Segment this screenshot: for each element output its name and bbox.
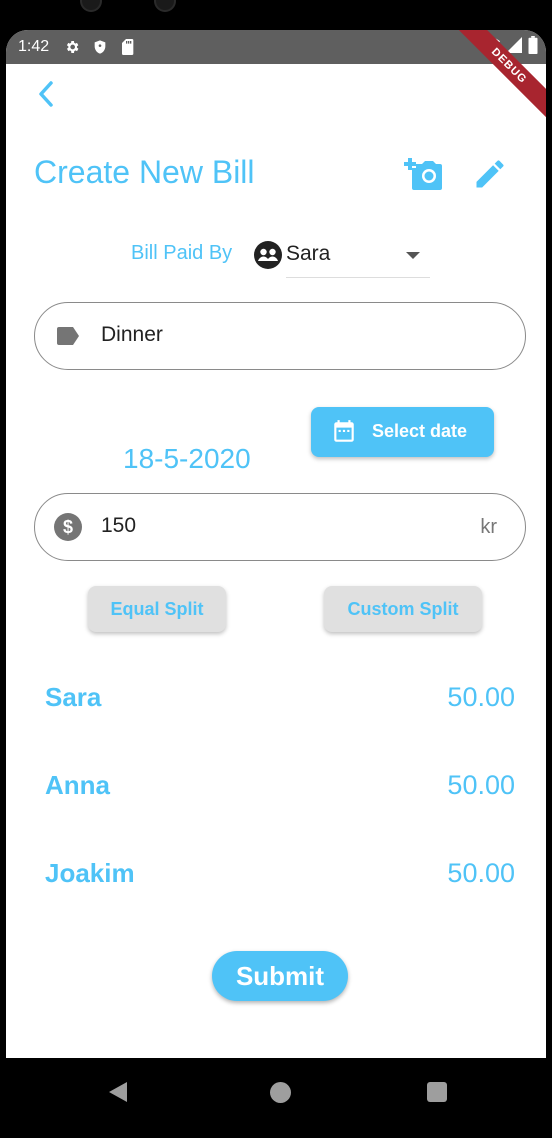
nav-recents-icon[interactable] xyxy=(427,1082,447,1102)
amount-field[interactable]: $ 150 kr xyxy=(34,493,526,561)
equal-split-button[interactable]: Equal Split xyxy=(88,586,226,632)
gear-icon xyxy=(63,38,81,56)
nav-back-icon[interactable] xyxy=(109,1082,127,1102)
participant-amount: 50.00 xyxy=(447,770,515,800)
page-title: Create New Bill xyxy=(34,154,255,190)
calendar-icon xyxy=(331,419,357,445)
status-time: 1:42 xyxy=(18,38,50,55)
description-value: Dinner xyxy=(101,323,163,346)
app-screen: 1:42 DEBUG Create New Bill Bill Paid By … xyxy=(6,30,546,1060)
custom-split-button[interactable]: Custom Split xyxy=(324,586,482,632)
system-nav-bar xyxy=(0,1058,552,1126)
edit-button[interactable] xyxy=(472,156,508,192)
battery-icon xyxy=(528,36,538,59)
dropdown-caret-icon xyxy=(406,252,420,259)
paid-by-selected: Sara xyxy=(286,242,331,265)
label-tag-icon xyxy=(53,321,83,351)
participant-amount: 50.00 xyxy=(447,682,515,712)
shield-icon xyxy=(91,38,109,56)
participant-name: Anna xyxy=(45,770,110,800)
bill-paid-by-label: Bill Paid By xyxy=(131,242,233,264)
bill-date: 18-5-2020 xyxy=(123,443,251,474)
back-button[interactable] xyxy=(30,76,62,112)
nav-home-icon[interactable] xyxy=(270,1082,291,1103)
participant-row: Anna 50.00 xyxy=(45,770,515,810)
back-arrow-icon xyxy=(39,81,53,107)
participant-row: Joakim 50.00 xyxy=(45,858,515,898)
camera-lens xyxy=(80,0,102,12)
svg-text:$: $ xyxy=(63,517,73,537)
paid-by-dropdown[interactable]: Sara xyxy=(286,238,430,278)
currency-suffix: kr xyxy=(480,516,497,538)
camera-lens xyxy=(154,0,176,12)
dollar-circle-icon: $ xyxy=(53,512,83,542)
submit-button[interactable]: Submit xyxy=(212,951,348,1001)
add-photo-button[interactable] xyxy=(402,154,442,194)
group-avatar-icon xyxy=(254,241,282,269)
select-date-label: Select date xyxy=(372,421,468,441)
participant-amount: 50.00 xyxy=(447,858,515,888)
add-photo-icon xyxy=(404,158,442,190)
description-field[interactable]: Dinner xyxy=(34,302,526,370)
device-top-bezel xyxy=(0,0,552,32)
participant-row: Sara 50.00 xyxy=(45,682,515,722)
amount-value: 150 xyxy=(101,514,137,537)
participant-name: Sara xyxy=(45,682,102,712)
select-date-button[interactable]: Select date xyxy=(311,407,494,457)
edit-pencil-icon xyxy=(476,160,504,188)
participant-name: Joakim xyxy=(45,858,135,888)
sd-card-icon xyxy=(119,38,137,56)
